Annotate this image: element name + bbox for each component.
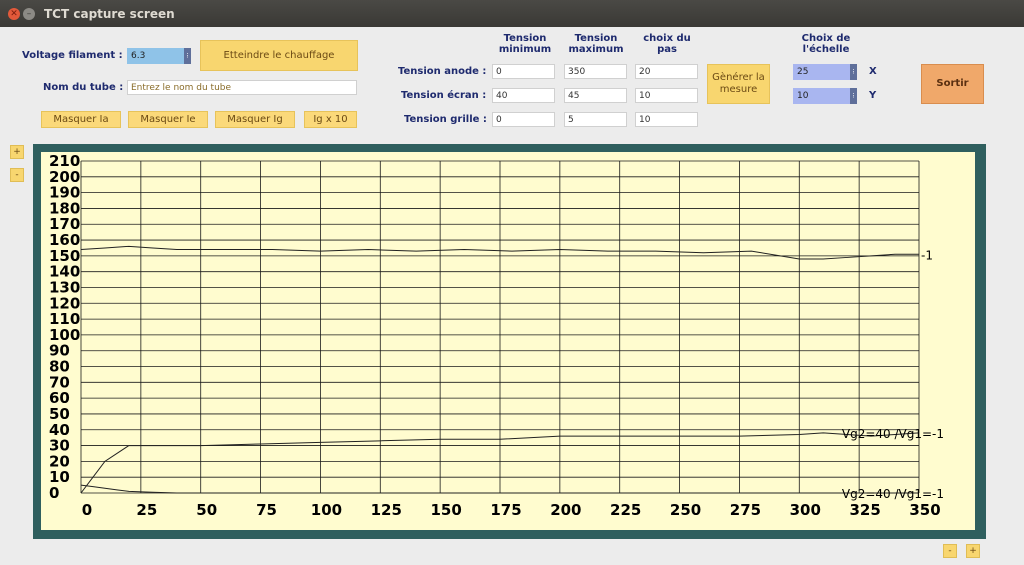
x-tick-label: 200 <box>550 501 581 519</box>
y-tick-label: 10 <box>49 468 70 486</box>
ig-x10-button[interactable]: Ig x 10 <box>304 111 357 128</box>
y-tick-label: 110 <box>49 310 80 328</box>
x-tick-label: 125 <box>371 501 402 519</box>
scale-y-value: 10 <box>797 91 809 101</box>
plot-area[interactable]: 0 10 20 30 40 50 60 70 80 90 100 110 120 130 140 150 160… <box>41 152 975 530</box>
x-tick-label: 325 <box>849 501 880 519</box>
hide-ia-button[interactable]: Masquer Ia <box>41 111 121 128</box>
y-tick-label: 130 <box>49 278 80 296</box>
x-tick-label: 150 <box>430 501 461 519</box>
spinner-arrows-icon[interactable]: ⁝ <box>850 64 857 80</box>
y-tick-label: 20 <box>49 452 70 470</box>
tension-anode-label: Tension anode : <box>398 66 487 77</box>
y-tick-label: 30 <box>49 437 70 455</box>
grille-max-input[interactable]: 5 <box>564 112 627 127</box>
y-tick-label: 60 <box>49 389 70 407</box>
anode-min-input[interactable]: 0 <box>492 64 555 79</box>
y-tick-label: 120 <box>49 294 80 312</box>
x-tick-label: 50 <box>196 501 217 519</box>
series-label: Vg2=40 /Vg1=-1 <box>842 427 944 441</box>
scale-y-spinner[interactable]: 10 ⁝ <box>793 88 857 104</box>
scale-x-spinner[interactable]: 25 ⁝ <box>793 64 857 80</box>
y-tick-label: 70 <box>49 373 70 391</box>
filament-spinner[interactable]: 6.3 ⁝ <box>127 48 191 64</box>
x-tick-label: 25 <box>136 501 157 519</box>
zoom-in-bottom-button[interactable]: + <box>966 544 980 558</box>
scale-x-value: 25 <box>797 67 809 77</box>
tension-ecran-label: Tension écran : <box>401 90 487 101</box>
scale-header: Choix de l'échelle <box>801 33 851 55</box>
ecran-max-input[interactable]: 45 <box>564 88 627 103</box>
chart-svg: 0102030405060708090100110120130140150160… <box>49 152 944 519</box>
x-tick-label: 250 <box>670 501 701 519</box>
grille-pas-input[interactable]: 10 <box>635 112 698 127</box>
hide-ig-button[interactable]: Masquer Ig <box>215 111 295 128</box>
scale-y-label: Y <box>869 90 877 101</box>
y-tick-label: 40 <box>49 421 70 439</box>
zoom-out-bottom-button[interactable]: - <box>943 544 957 558</box>
ecran-pas-input[interactable]: 10 <box>635 88 698 103</box>
y-tick-label: 210 <box>49 152 80 170</box>
y-tick-label: 90 <box>49 342 70 360</box>
y-tick-label: 80 <box>49 358 70 376</box>
series-label: Vg2=40 /Vg1=-1 <box>842 487 944 501</box>
heat-off-button[interactable]: Etteindre le chauffage <box>200 40 358 71</box>
y-tick-label: 180 <box>49 199 80 217</box>
exit-button[interactable]: Sortir <box>921 64 984 104</box>
x-tick-label: 75 <box>256 501 277 519</box>
x-tick-label: 350 <box>909 501 940 519</box>
y-tick-label: 140 <box>49 263 80 281</box>
y-tick-label: 190 <box>49 184 80 202</box>
header-pas: choix du pas <box>643 33 691 55</box>
y-tick-label: 50 <box>49 405 70 423</box>
close-icon[interactable]: ✕ <box>8 8 20 20</box>
anode-pas-input[interactable]: 20 <box>635 64 698 79</box>
x-tick-label: 275 <box>730 501 761 519</box>
title-bar: ✕ – TCT capture screen <box>0 0 1024 27</box>
tension-grille-label: Tension grille : <box>404 114 487 125</box>
filament-value: 6.3 <box>131 51 146 61</box>
y-tick-label: 100 <box>49 326 80 344</box>
x-tick-label: 100 <box>311 501 342 519</box>
zoom-out-left-button[interactable]: - <box>10 168 24 182</box>
y-tick-label: 170 <box>49 215 80 233</box>
scale-x-label: X <box>869 66 877 77</box>
grille-min-input[interactable]: 0 <box>492 112 555 127</box>
y-tick-label: 160 <box>49 231 80 249</box>
tube-label: Nom du tube : <box>43 82 124 93</box>
y-tick-label: 0 <box>49 484 59 502</box>
series-label: -1 <box>921 248 933 262</box>
ecran-min-input[interactable]: 40 <box>492 88 555 103</box>
zoom-in-left-button[interactable]: + <box>10 145 24 159</box>
generate-measure-button[interactable]: Gènérer la mesure <box>707 64 770 104</box>
x-tick-label: 225 <box>610 501 641 519</box>
hide-ie-button[interactable]: Masquer Ie <box>128 111 208 128</box>
window-title: TCT capture screen <box>44 7 175 21</box>
filament-label: Voltage filament : <box>22 50 123 61</box>
minimize-icon[interactable]: – <box>23 8 35 20</box>
spinner-arrows-icon[interactable]: ⁝ <box>850 88 857 104</box>
y-tick-label: 200 <box>49 168 80 186</box>
y-tick-label: 150 <box>49 247 80 265</box>
anode-max-input[interactable]: 350 <box>564 64 627 79</box>
x-tick-label: 300 <box>790 501 821 519</box>
header-tension-min: Tension minimum <box>498 33 552 55</box>
spinner-arrows-icon[interactable]: ⁝ <box>184 48 191 64</box>
header-tension-max: Tension maximum <box>568 33 624 55</box>
x-tick-label: 175 <box>490 501 521 519</box>
tube-name-input[interactable]: Entrez le nom du tube <box>127 80 357 95</box>
x-tick-label: 0 <box>82 501 92 519</box>
